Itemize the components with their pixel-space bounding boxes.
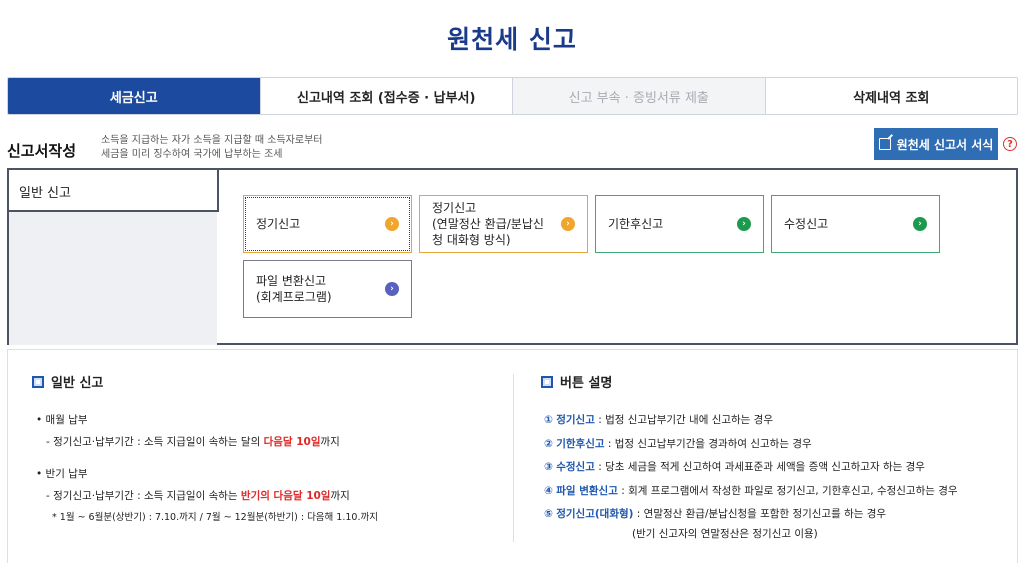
monthly-period: - 정기신고·납부기간 : 소득 지급일이 속하는 달의 다음달 10일까지	[46, 434, 340, 449]
chevron-right-icon: ›	[913, 217, 927, 231]
item-name: 기한후신고	[556, 438, 605, 450]
report-panel: 일반 신고 정기신고 › 정기신고 (연말정산 환급/분납신 청 대화형 방식)…	[7, 168, 1018, 345]
report-tab-general[interactable]: 일반 신고	[9, 170, 219, 212]
tab-tax-report[interactable]: 세금신고	[8, 78, 261, 114]
half-title: • 반기 납부	[36, 468, 88, 480]
info-divider	[513, 374, 514, 542]
option-label: 정기신고	[256, 217, 301, 231]
help-icon[interactable]: ?	[1003, 137, 1017, 151]
chevron-right-icon: ›	[561, 217, 575, 231]
chevron-right-icon: ›	[737, 217, 751, 231]
option-label-line3: 청 대화형 방식)	[432, 233, 511, 247]
option-file-conversion[interactable]: 파일 변환신고 (회계프로그램) ›	[243, 260, 412, 318]
item-desc: : 법정 신고납부기간을 경과하여 신고하는 경우	[604, 438, 812, 450]
section-desc-line2: 세금을 미리 징수하여 국가에 납부하는 조세	[101, 149, 283, 160]
item-number: ⑤	[544, 508, 553, 520]
square-bullet-icon	[32, 375, 44, 388]
item-number: ④	[544, 485, 553, 497]
button-desc-5-note: (반기 신고자의 연말정산은 정기신고 이용)	[632, 528, 818, 540]
item-number: ①	[544, 414, 553, 426]
item-name: 정기신고(대화형)	[556, 508, 634, 520]
button-desc-1: ① 정기신고 : 법정 신고납부기간 내에 신고하는 경우	[544, 412, 773, 427]
item-desc: : 회계 프로그램에서 작성한 파일로 정기신고, 기한후신고, 수정신고하는 …	[617, 485, 958, 497]
monthly-suffix: 까지	[320, 436, 340, 448]
info-panel: 일반 신고 • 매월 납부 - 정기신고·납부기간 : 소득 지급일이 속하는 …	[7, 349, 1018, 563]
tab-report-history[interactable]: 신고내역 조회 (접수증 · 납부서)	[260, 78, 513, 114]
item-desc: : 법정 신고납부기간 내에 신고하는 경우	[594, 414, 773, 426]
half-note: * 1월 ~ 6월분(상반기) : 7.10.까지 / 7월 ~ 12월분(하반…	[52, 512, 378, 523]
item-number: ③	[544, 461, 553, 473]
info-left-heading: 일반 신고	[32, 372, 103, 391]
section-desc-line1: 소득을 지급하는 자가 소득을 지급할 때 소득자로부터	[101, 135, 323, 146]
option-label-line2: (연말정산 환급/분납신	[432, 217, 544, 231]
withholding-form-button[interactable]: 원천세 신고서 서식	[874, 128, 998, 160]
button-desc-2: ② 기한후신고 : 법정 신고납부기간을 경과하여 신고하는 경우	[544, 436, 812, 451]
chevron-right-icon: ›	[385, 217, 399, 231]
main-tabs: 세금신고 신고내역 조회 (접수증 · 납부서) 신고 부속 · 증빙서류 제출…	[7, 77, 1018, 115]
button-desc-5: ⑤ 정기신고(대화형) : 연말정산 환급/분납신청을 포함한 정기신고를 하는…	[544, 506, 886, 521]
square-bullet-icon	[541, 375, 553, 388]
info-left-heading-text: 일반 신고	[51, 376, 104, 391]
section-description: 소득을 지급하는 자가 소득을 지급할 때 소득자로부터 세금을 미리 징수하여…	[101, 134, 322, 162]
item-name: 정기신고	[556, 414, 595, 426]
tab-attachments[interactable]: 신고 부속 · 증빙서류 제출	[513, 78, 766, 114]
item-name: 수정신고	[556, 461, 595, 473]
option-label: 기한후신고	[608, 217, 664, 231]
tab-deleted-history[interactable]: 삭제내역 조회	[765, 78, 1017, 114]
half-prefix: - 정기신고·납부기간 : 소득 지급일이 속하는	[46, 490, 241, 502]
option-label: 수정신고	[784, 217, 829, 231]
monthly-prefix: - 정기신고·납부기간 : 소득 지급일이 속하는 달의	[46, 436, 264, 448]
option-label-line1: 파일 변환신고	[256, 274, 327, 288]
half-deadline: 반기의 다음달 10일	[240, 490, 331, 502]
report-panel-sidebar	[9, 210, 217, 345]
button-desc-3: ③ 수정신고 : 당초 세금을 적게 신고하여 과세표준과 세액을 증액 신고하…	[544, 459, 925, 474]
section-header: 신고서작성 소득을 지급하는 자가 소득을 지급할 때 소득자로부터 세금을 미…	[7, 128, 1018, 168]
item-desc: : 연말정산 환급/분납신청을 포함한 정기신고를 하는 경우	[633, 508, 887, 520]
option-label: 정기신고 (연말정산 환급/분납신 청 대화형 방식)	[432, 200, 561, 248]
info-right-heading-text: 버튼 설명	[560, 376, 613, 391]
option-late-report[interactable]: 기한후신고 ›	[595, 195, 764, 253]
chevron-right-icon: ›	[385, 282, 399, 296]
half-period: - 정기신고·납부기간 : 소득 지급일이 속하는 반기의 다음달 10일까지	[46, 488, 350, 503]
half-suffix: 까지	[330, 490, 350, 502]
form-button-label: 원천세 신고서 서식	[896, 137, 994, 152]
button-desc-4: ④ 파일 변환신고 : 회계 프로그램에서 작성한 파일로 정기신고, 기한후신…	[544, 483, 958, 498]
option-amended-report[interactable]: 수정신고 ›	[771, 195, 940, 253]
item-name: 파일 변환신고	[556, 485, 618, 497]
option-label-line1: 정기신고	[432, 201, 477, 215]
item-desc: : 당초 세금을 적게 신고하여 과세표준과 세액을 증액 신고하고자 하는 경…	[594, 461, 925, 473]
page-title: 원천세 신고	[447, 25, 577, 54]
item-number: ②	[544, 438, 553, 450]
info-right-heading: 버튼 설명	[541, 372, 612, 391]
option-label: 파일 변환신고 (회계프로그램)	[256, 273, 385, 305]
monthly-title: • 매월 납부	[36, 414, 88, 426]
section-title: 신고서작성	[7, 142, 77, 160]
option-regular-report[interactable]: 정기신고 ›	[243, 195, 412, 253]
option-regular-interactive[interactable]: 정기신고 (연말정산 환급/분납신 청 대화형 방식) ›	[419, 195, 588, 253]
monthly-deadline: 다음달 10일	[263, 436, 321, 448]
option-label-line2: (회계프로그램)	[256, 290, 332, 304]
edit-icon	[878, 138, 891, 150]
